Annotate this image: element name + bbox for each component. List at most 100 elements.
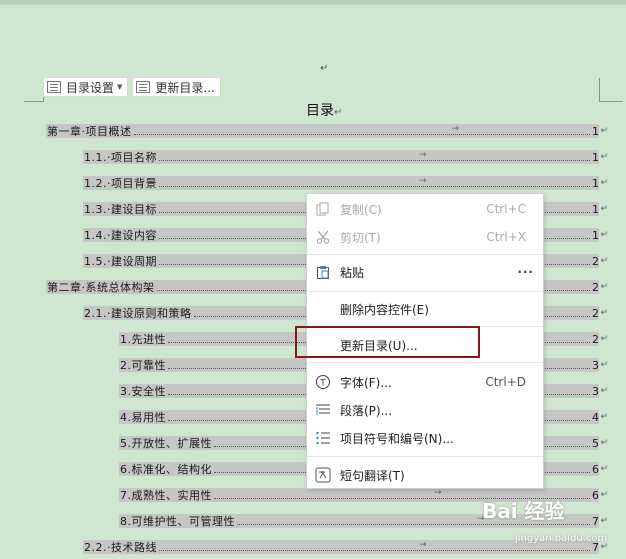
paragraph-mark: ↵: [320, 63, 329, 74]
menu-item-paste-label: 粘贴: [340, 265, 365, 280]
paragraph-icon: [315, 402, 331, 418]
toc-entry-text: 第二章·系统总体构架: [47, 281, 155, 294]
toc-entry-text: 1.先进性: [120, 333, 166, 346]
toc-settings-button[interactable]: 目录设置 ▼: [43, 77, 129, 97]
toc-entry[interactable]: 1.2.·项目背景 → 1 ↵: [83, 176, 608, 190]
toc-settings-label: 目录设置: [66, 80, 115, 95]
toc-toolbar: 目录设置 ▼ 更新目录...: [43, 77, 221, 97]
font-icon: T: [315, 374, 331, 390]
menu-item-cut-label: 剪切(T): [340, 230, 381, 245]
toc-page-number: 1: [592, 228, 599, 242]
toc-entry-text: 3.安全性: [120, 385, 166, 398]
tab-arrow-icon: →: [419, 540, 427, 550]
update-toc-toolbar-label: 更新目录...: [155, 80, 215, 95]
menu-item-delete-content-control[interactable]: 删除内容控件(E): [307, 296, 543, 322]
toc-page-number: 6: [592, 488, 599, 502]
menu-item-font-label: 字体(F)...: [340, 375, 392, 390]
toc-page-number: 6: [592, 462, 599, 476]
toc-entry-text: 6.标准化、结构化: [120, 463, 212, 476]
menu-item-paragraph[interactable]: 段落(P)...: [307, 397, 543, 423]
menu-item-translate[interactable]: 短句翻译(T): [307, 462, 543, 488]
toc-page-number: 3: [592, 384, 599, 398]
paragraph-mark: ↵: [334, 107, 343, 118]
baidu-jingyan-watermark: Bai 经验: [482, 499, 565, 523]
paragraph-mark: ↵: [600, 360, 608, 370]
toc-page-number: 2: [592, 254, 599, 268]
toc-entry-text: 第一章·项目概述: [47, 125, 132, 138]
toc-dot-leader: →: [133, 124, 590, 135]
toc-dot-leader: →: [159, 540, 590, 551]
toc-entry-text: 7.成熟性、实用性: [120, 489, 212, 502]
toc-entry-text: 1.3.·建设目标: [84, 203, 157, 216]
toc-dot-leader: →: [159, 176, 590, 187]
crop-mark-right: [599, 101, 623, 102]
toc-dot-leader: →: [159, 150, 590, 161]
paragraph-mark: ↵: [600, 438, 608, 448]
menu-item-cut-shortcut: Ctrl+X: [486, 230, 526, 244]
toc-title-text: 目录: [306, 103, 334, 119]
paragraph-mark: ↵: [600, 178, 608, 188]
toc-page-number: 4: [592, 410, 599, 424]
paragraph-mark: ↵: [600, 282, 608, 292]
menu-separator: [307, 456, 543, 457]
menu-item-cut[interactable]: 剪切(T) Ctrl+X: [307, 224, 543, 250]
toc-entry-text: 4.易用性: [120, 411, 166, 424]
toc-page-number: 1: [592, 150, 599, 164]
toc-entry-text: 1.4.·建设内容: [84, 229, 157, 242]
emphasis-highlight-box: [295, 326, 480, 358]
menu-separator: [307, 362, 543, 363]
more-options-icon[interactable]: ···: [517, 265, 534, 279]
tab-arrow-icon: →: [419, 176, 427, 186]
menu-item-copy[interactable]: 复制(C) Ctrl+C: [307, 196, 543, 222]
tab-arrow-icon: →: [451, 124, 460, 134]
paragraph-mark: ↵: [600, 412, 608, 422]
menu-separator: [307, 291, 543, 292]
paragraph-mark: ↵: [600, 126, 608, 136]
toc-page-number: 2: [592, 306, 599, 320]
paragraph-mark: ↵: [600, 204, 608, 214]
paragraph-mark: ↵: [600, 230, 608, 240]
menu-separator: [307, 254, 543, 255]
toc-settings-icon: [47, 81, 61, 93]
toc-entry-text: 1.2.·项目背景: [84, 177, 157, 190]
toc-entry[interactable]: 第一章·项目概述 → 1 ↵: [46, 124, 608, 138]
paragraph-mark: ↵: [600, 386, 608, 396]
toc-entry-text: 1.1.·项目名称: [84, 151, 157, 164]
toc-entry-text: 8.可维护性、可管理性: [120, 515, 235, 528]
menu-item-bullets-numbering-label: 项目符号和编号(N)...: [340, 431, 454, 446]
toc-page-number: 1: [592, 202, 599, 216]
window-top-strip: [0, 0, 626, 5]
toc-entry[interactable]: 1.1.·项目名称 → 1 ↵: [83, 150, 608, 164]
toc-entry-text: 5.开放性、扩展性: [120, 437, 212, 450]
translate-icon: [315, 467, 331, 483]
paragraph-mark: ↵: [600, 256, 608, 266]
menu-item-paste[interactable]: 粘贴 ···: [307, 259, 543, 285]
toc-page-number: 1: [592, 176, 599, 190]
menu-item-delete-content-control-label: 删除内容控件(E): [340, 302, 429, 317]
toc-page-number: 7: [592, 514, 599, 528]
svg-text:T: T: [319, 379, 326, 389]
toc-entry-text: 2.2.·技术路线: [84, 541, 157, 554]
paragraph-mark: ↵: [600, 464, 608, 474]
crop-mark-right-vertical: [599, 78, 600, 102]
paragraph-mark: ↵: [600, 308, 608, 318]
toc-entry-text: 2.可靠性: [120, 359, 166, 372]
paragraph-mark: ↵: [600, 490, 608, 500]
toc-page-number: 2: [592, 280, 599, 294]
update-toc-toolbar-button[interactable]: 更新目录...: [132, 77, 221, 97]
toc-page-number: 2: [592, 332, 599, 346]
update-toc-icon: [136, 81, 151, 93]
paragraph-mark: ↵: [600, 152, 608, 162]
menu-item-copy-label: 复制(C): [340, 202, 382, 217]
list-icon: [315, 430, 331, 446]
tab-arrow-icon: →: [419, 150, 427, 160]
crop-mark-left: [24, 101, 44, 102]
chevron-down-icon: ▼: [117, 83, 123, 91]
menu-item-copy-shortcut: Ctrl+C: [486, 202, 526, 216]
menu-item-font-shortcut: Ctrl+D: [485, 375, 526, 389]
toc-page-number: 1: [592, 124, 599, 138]
scissors-icon: [315, 229, 331, 245]
menu-item-bullets-numbering[interactable]: 项目符号和编号(N)...: [307, 425, 543, 451]
paragraph-mark: ↵: [600, 516, 608, 526]
menu-item-font[interactable]: T 字体(F)... Ctrl+D: [307, 369, 543, 395]
